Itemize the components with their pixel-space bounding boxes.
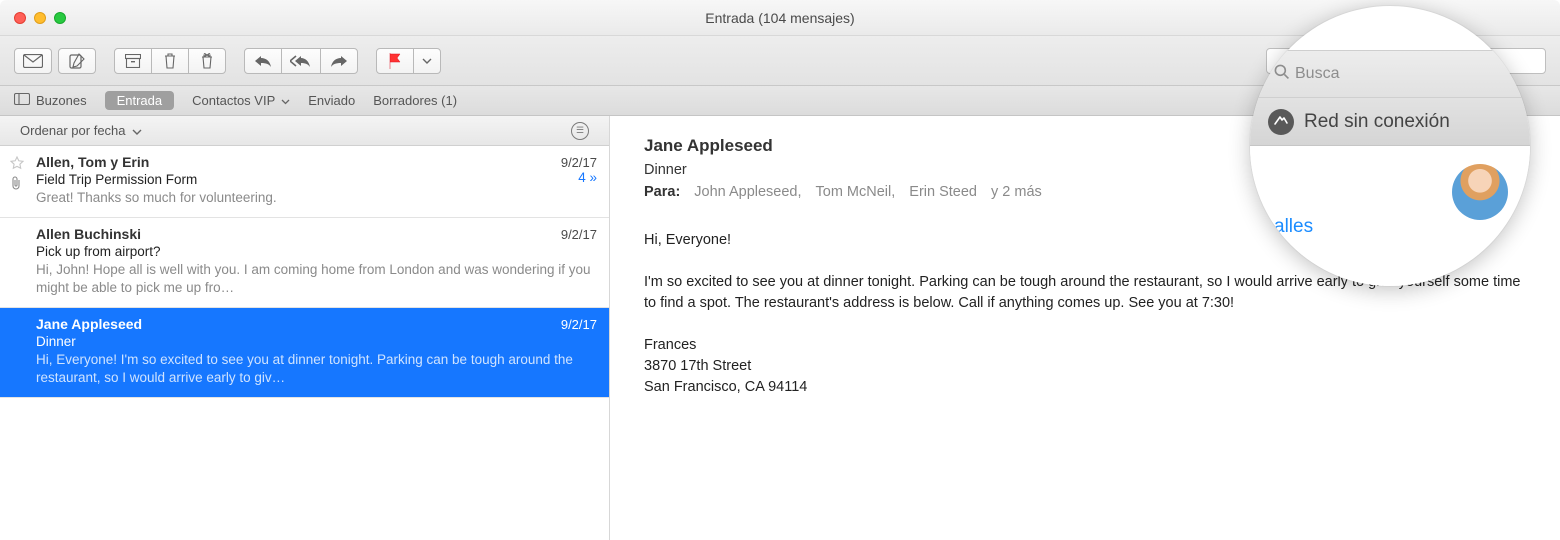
inbox-tab[interactable]: Entrada <box>105 91 175 110</box>
reader-from: Jane Appleseed <box>644 136 773 156</box>
message-subject: Field Trip Permission Form <box>36 172 197 187</box>
sort-bar[interactable]: Ordenar por fecha ☰ <box>0 116 609 146</box>
recipient[interactable]: Erin Steed <box>909 184 977 200</box>
sidebar-icon <box>14 93 30 108</box>
message-list-column: Ordenar por fecha ☰ Allen, Tom <box>0 116 610 540</box>
message-list-item[interactable]: Allen Buchinski 9/2/17 Pick up from airp… <box>0 218 609 308</box>
message-sender: Allen, Tom y Erin <box>36 154 149 170</box>
filter-button[interactable]: ☰ <box>571 122 589 140</box>
compose-icon <box>69 53 85 69</box>
search-icon <box>1274 64 1289 84</box>
message-date: 9/2/17 <box>561 227 597 242</box>
offline-icon <box>1268 109 1294 135</box>
delete-button[interactable] <box>151 48 189 74</box>
message-sender: Allen Buchinski <box>36 226 141 242</box>
search-placeholder: Busca <box>1295 65 1339 83</box>
forward-icon <box>330 55 348 67</box>
message-date: 9/2/17 <box>561 155 597 170</box>
message-date: 9/2/17 <box>561 317 597 332</box>
zoom-window-button[interactable] <box>54 12 66 24</box>
reply-button[interactable] <box>244 48 282 74</box>
sort-label: Ordenar por fecha <box>20 123 126 138</box>
junk-icon <box>199 53 215 69</box>
recipient[interactable]: John Appleseed, <box>694 184 801 200</box>
chevron-down-icon <box>281 93 290 108</box>
and-more[interactable]: y 2 más <box>991 184 1042 200</box>
mailboxes-button[interactable]: Buzones <box>14 93 87 108</box>
message-list-item[interactable]: Jane Appleseed 9/2/17 Dinner Hi, Everyon… <box>0 308 609 398</box>
trash-icon <box>163 53 177 69</box>
junk-button[interactable] <box>188 48 226 74</box>
vip-contacts-tab[interactable]: Contactos VIP <box>192 93 290 108</box>
flag-icon <box>388 53 402 69</box>
archive-icon <box>125 54 141 68</box>
star-icon[interactable] <box>10 156 24 173</box>
message-preview: Hi, John! Hope all is well with you. I a… <box>36 261 597 297</box>
forward-button[interactable] <box>320 48 358 74</box>
details-link[interactable]: alles <box>1274 216 1313 238</box>
sent-tab[interactable]: Enviado <box>308 93 355 108</box>
message-subject: Dinner <box>36 334 597 349</box>
reply-icon <box>254 55 272 67</box>
flag-button[interactable] <box>376 48 414 74</box>
message-sender: Jane Appleseed <box>36 316 142 332</box>
offline-status-label: Red sin conexión <box>1304 111 1450 133</box>
message-list[interactable]: Allen, Tom y Erin 9/2/17 Field Trip Perm… <box>0 146 609 540</box>
message-subject: Pick up from airport? <box>36 244 597 259</box>
mailboxes-label: Buzones <box>36 93 87 108</box>
close-window-button[interactable] <box>14 12 26 24</box>
recipient[interactable]: Tom McNeil, <box>816 184 896 200</box>
reply-all-button[interactable] <box>281 48 321 74</box>
compose-button[interactable] <box>58 48 96 74</box>
to-label: Para: <box>644 184 680 200</box>
offline-status-bar[interactable]: Red sin conexión <box>1250 98 1530 146</box>
envelope-icon <box>23 54 43 68</box>
thread-count[interactable]: 4 » <box>578 170 597 187</box>
reply-all-icon <box>290 55 312 67</box>
minimize-window-button[interactable] <box>34 12 46 24</box>
drafts-tab[interactable]: Borradores (1) <box>373 93 457 108</box>
message-preview: Hi, Everyone! I'm so excited to see you … <box>36 351 597 387</box>
message-list-item[interactable]: Allen, Tom y Erin 9/2/17 Field Trip Perm… <box>0 146 609 218</box>
get-mail-button[interactable] <box>14 48 52 74</box>
mail-window: Entrada (104 mensajes) <box>0 0 1560 540</box>
traffic-lights <box>0 12 66 24</box>
lens-search-input[interactable]: Busca <box>1274 64 1339 84</box>
archive-button[interactable] <box>114 48 152 74</box>
attachment-icon <box>10 176 22 193</box>
flag-menu-button[interactable] <box>413 48 441 74</box>
chevron-down-icon <box>422 58 432 64</box>
chevron-down-icon <box>132 123 142 138</box>
message-preview: Great! Thanks so much for volunteering. <box>36 189 597 207</box>
magnifier-overlay: Busca Red sin conexión alles <box>1250 6 1530 286</box>
sender-avatar[interactable] <box>1452 164 1508 220</box>
